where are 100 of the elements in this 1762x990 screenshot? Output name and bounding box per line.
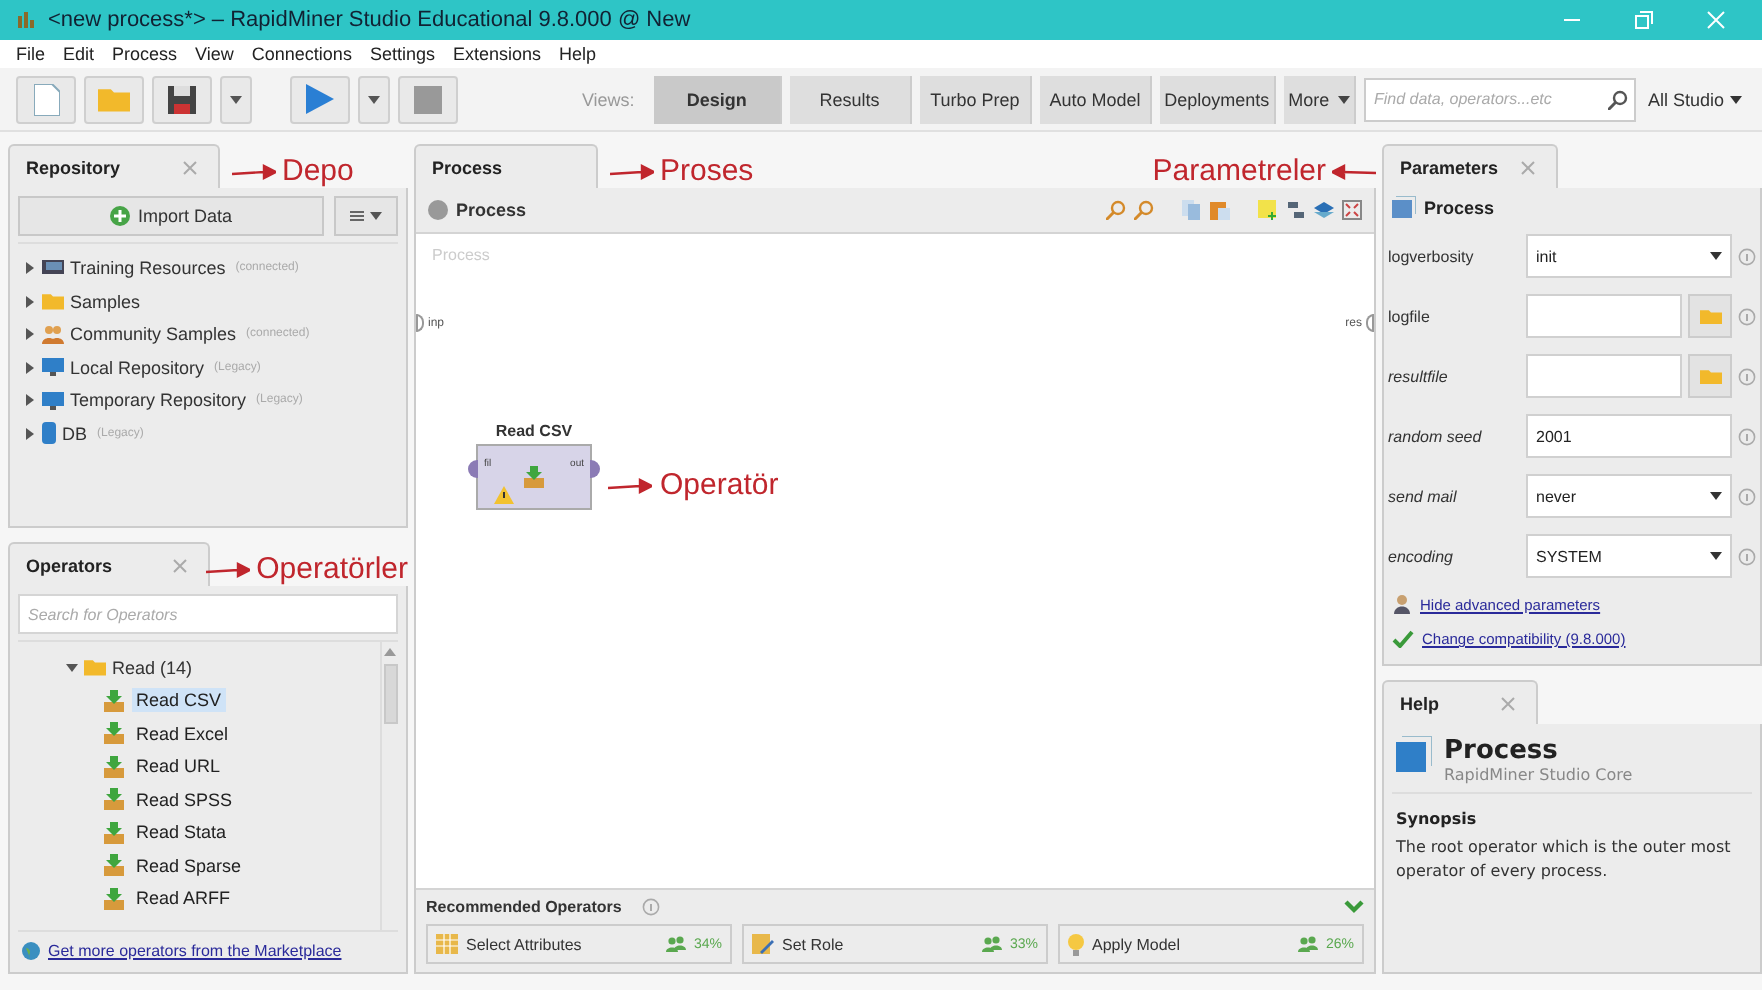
operator-title: Process	[1424, 197, 1495, 217]
folder-icon	[42, 292, 64, 311]
operator-item[interactable]: Read ARFF	[132, 886, 235, 911]
repository-item[interactable]: Samples	[18, 285, 398, 318]
caret-icon	[367, 93, 380, 105]
tab-label[interactable]: Operators	[26, 555, 113, 576]
zoom-out-icon[interactable]	[1134, 200, 1154, 220]
menu-item[interactable]: Process	[112, 44, 178, 64]
note-icon[interactable]	[1258, 200, 1278, 220]
help-subtitle: RapidMiner Studio Core	[1444, 766, 1633, 785]
annotation-label: Depo	[282, 156, 354, 188]
view-tab[interactable]: Design	[654, 75, 782, 123]
monitor-icon	[42, 391, 64, 410]
stop-icon	[413, 85, 442, 113]
info-icon	[641, 898, 660, 916]
save-button[interactable]	[152, 75, 212, 123]
help-title: Process	[1444, 736, 1560, 767]
download-icon	[102, 689, 126, 712]
user-icon	[1392, 594, 1412, 614]
info-icon	[1738, 427, 1756, 445]
view-tab[interactable]: Results	[789, 75, 912, 123]
browse-button[interactable]	[1688, 354, 1732, 398]
info-icon	[1738, 247, 1756, 265]
menu-item[interactable]: View	[195, 44, 234, 64]
input-field[interactable]	[1526, 354, 1682, 398]
download-icon	[102, 821, 126, 844]
tree-folder[interactable]: Read (14)	[66, 650, 380, 684]
close-icon[interactable]	[1500, 695, 1516, 712]
caret-icon	[384, 646, 396, 659]
close-icon[interactable]	[1520, 159, 1536, 175]
operator-item[interactable]: Read Excel	[132, 721, 233, 746]
process-icon	[1396, 736, 1432, 773]
operator-item[interactable]: Read Stata	[132, 820, 231, 845]
menu-item[interactable]: Extensions	[452, 44, 542, 64]
dropdown-field[interactable]: SYSTEM	[1526, 534, 1732, 578]
tab-label[interactable]: Process	[432, 157, 503, 177]
marketplace-link[interactable]: Get more operators from the Marketplace	[48, 942, 342, 960]
close-icon[interactable]	[172, 557, 189, 574]
process-icon	[1392, 196, 1416, 218]
search-field[interactable]: Search for Operators	[18, 594, 398, 635]
fit-icon[interactable]	[1342, 200, 1362, 220]
info-icon	[1738, 367, 1756, 385]
output-port[interactable]	[590, 460, 600, 478]
breadcrumb[interactable]: Process	[456, 200, 527, 220]
paste-icon[interactable]	[1210, 200, 1230, 220]
browse-button[interactable]	[1688, 294, 1732, 338]
recommended-title: Recommended Operators	[426, 898, 622, 916]
menu-button[interactable]	[334, 196, 398, 236]
layers-icon[interactable]	[1314, 200, 1334, 220]
people-icon	[1297, 936, 1318, 952]
play-icon	[305, 84, 334, 114]
folder-icon	[84, 658, 106, 676]
caret-icon	[1710, 550, 1722, 562]
dropdown-button[interactable]	[220, 75, 252, 123]
tab-label[interactable]: Help	[1400, 693, 1440, 714]
input-field[interactable]	[1526, 294, 1682, 338]
view-tab[interactable]: Turbo Prep	[919, 75, 1032, 123]
info-icon	[1738, 487, 1756, 505]
search-field[interactable]: Find data, operators...etc	[1363, 77, 1636, 121]
operator-item[interactable]: Read SPSS	[132, 787, 237, 812]
dropdown-field[interactable]: init	[1526, 234, 1732, 278]
monitor-icon	[42, 358, 64, 377]
operator-name: Read CSV	[495, 422, 573, 440]
menu-item[interactable]: Edit	[63, 44, 95, 64]
operator-item[interactable]: Read Sparse	[132, 853, 246, 878]
input-port[interactable]	[468, 460, 478, 478]
chevron-icon[interactable]	[1344, 900, 1364, 914]
wiring-icon[interactable]	[1286, 200, 1306, 220]
zoom-in-icon[interactable]	[1106, 200, 1126, 220]
view-tab[interactable]: Auto Model	[1039, 75, 1152, 123]
operator-item[interactable]: Read URL	[132, 754, 225, 779]
folder-icon	[1699, 307, 1721, 325]
download-icon	[102, 755, 126, 778]
dropdown-field[interactable]: never	[1526, 474, 1732, 518]
menu-icon	[350, 210, 364, 222]
close-icon[interactable]	[182, 159, 198, 175]
new-file-button[interactable]	[16, 75, 76, 123]
scroll-thumb[interactable]	[383, 664, 397, 725]
arrow-icon	[1332, 164, 1376, 180]
lightbulb-icon	[1068, 933, 1084, 955]
process-status-icon	[428, 200, 448, 220]
copy-icon[interactable]	[1182, 200, 1202, 220]
menu-item[interactable]: Settings	[369, 44, 435, 64]
parameter-label: send mail	[1388, 487, 1459, 505]
download-icon	[102, 854, 126, 877]
menu-item[interactable]: Help	[559, 44, 597, 64]
operator-item[interactable]: Read CSV	[132, 688, 226, 713]
run-button[interactable]	[289, 75, 350, 123]
scope-dropdown[interactable]: All Studio	[1643, 89, 1746, 109]
annotation-label: Parametreler	[1152, 156, 1326, 188]
view-tab[interactable]: Deployments	[1159, 75, 1276, 123]
import-data-button[interactable]: Import Data	[18, 196, 324, 236]
input-field[interactable]: 2001	[1526, 414, 1732, 458]
menu-item[interactable]: Connections	[251, 44, 352, 64]
document-icon	[33, 83, 59, 115]
plus-icon	[109, 206, 130, 226]
view-tab[interactable]: More	[1283, 75, 1356, 123]
scrollbar[interactable]	[380, 642, 398, 930]
dropdown-button[interactable]	[357, 75, 390, 123]
menu-item[interactable]: File	[16, 44, 46, 64]
